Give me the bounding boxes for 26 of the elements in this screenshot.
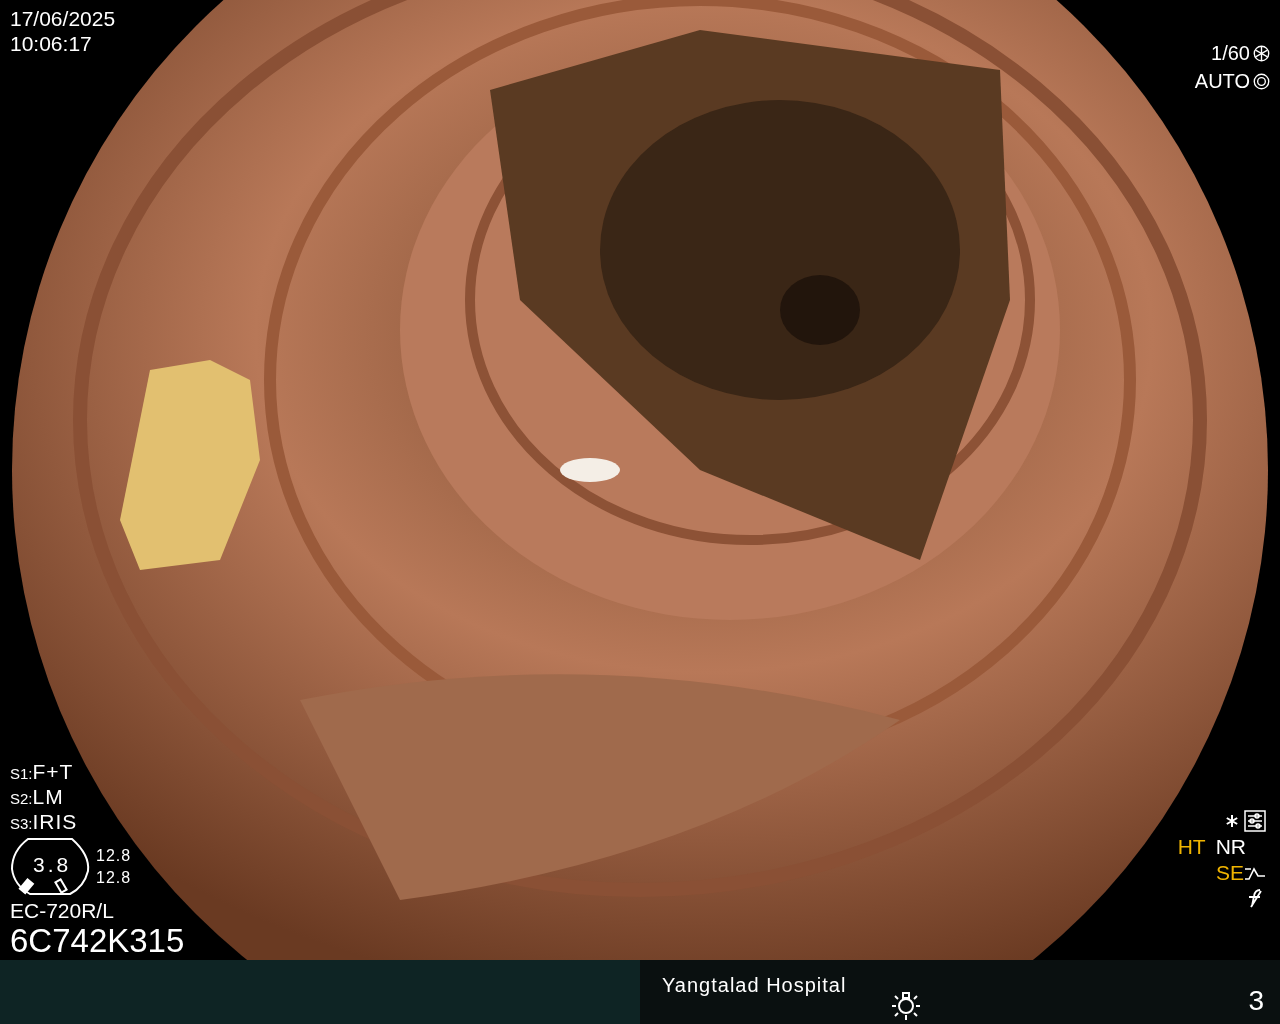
scope-model: EC-720R/L xyxy=(10,899,115,923)
switch-function: LM xyxy=(32,784,64,810)
switch-key: S2: xyxy=(10,788,33,811)
settings-icon xyxy=(1244,810,1266,832)
gauge-reading: 12.8 xyxy=(96,868,132,888)
gauge-reading: 12.8 xyxy=(96,846,132,866)
gauge-value: 3.8 xyxy=(33,853,72,877)
asterisk-icon xyxy=(1226,815,1238,827)
scope-serial: 6C742K315 xyxy=(10,923,185,959)
scope-gauge-icon xyxy=(10,837,92,897)
processing-indicator: HT xyxy=(1177,834,1206,861)
light-icon xyxy=(890,991,922,1021)
image-count: 3 xyxy=(1248,984,1264,1018)
shutter-speed: 1/60 xyxy=(1211,41,1250,66)
processing-indicator: NR xyxy=(1215,834,1246,861)
switch-function: F+T xyxy=(32,759,74,785)
processing-indicator: SE xyxy=(1216,860,1244,887)
switch-key: S1: xyxy=(10,763,33,786)
exam-time: 10:06:17 xyxy=(10,31,93,56)
shutter-icon xyxy=(1253,44,1270,62)
exam-date: 17/06/2025 xyxy=(10,6,116,31)
switch-key: S3: xyxy=(10,813,33,836)
hospital-name: Yangtalad Hospital xyxy=(662,973,847,998)
switch-function: IRIS xyxy=(32,809,78,835)
aperture-icon xyxy=(1253,72,1270,90)
iris-mode: AUTO xyxy=(1194,69,1250,94)
